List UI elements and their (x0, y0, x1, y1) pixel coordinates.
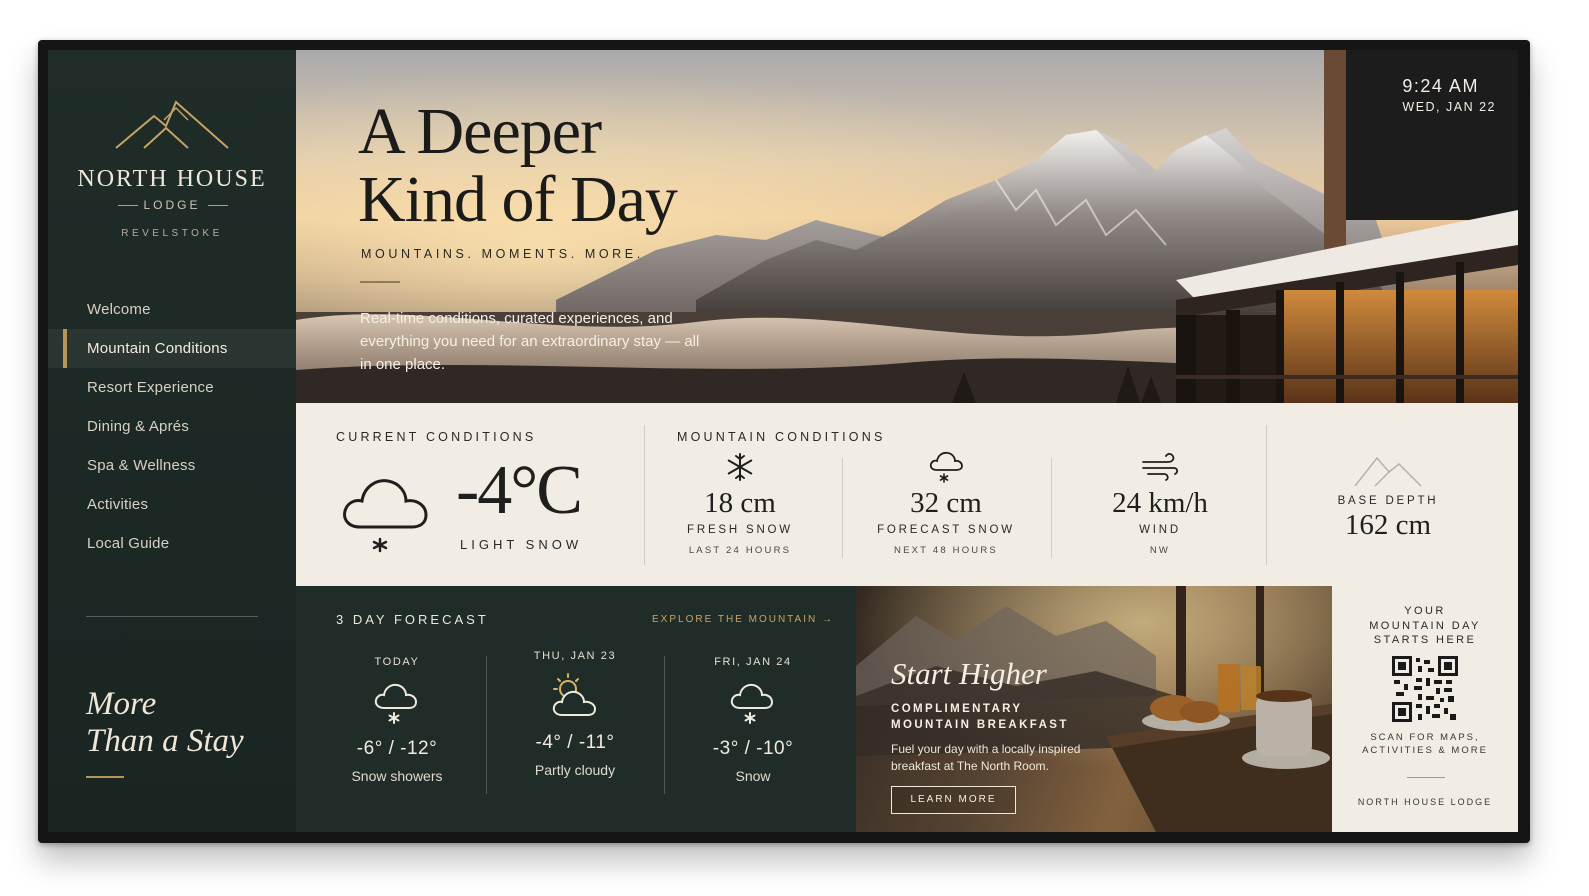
clock: 9:24 AM WED, JAN 22 (1402, 76, 1496, 114)
qr-code-icon[interactable] (1392, 656, 1458, 722)
current-temperature: -4°C (456, 452, 583, 529)
qr-panel: YOUR MOUNTAIN DAY STARTS HERE SCAN FOR M… (1332, 586, 1518, 832)
explore-mountain-link[interactable]: EXPLORE THE MOUNTAIN → (652, 614, 834, 625)
snow-cloud-icon (846, 449, 1046, 485)
qr-heading: YOUR MOUNTAIN DAY STARTS HERE (1332, 604, 1518, 648)
promo-eyebrow-line-2: MOUNTAIN BREAKFAST (891, 719, 1069, 731)
promo-description: Fuel your day with a locally inspired br… (891, 742, 1081, 773)
wind-direction: NW (1149, 545, 1171, 556)
tagline-line-2: Than a Stay (86, 723, 244, 759)
promo-eyebrow-line-1: COMPLIMENTARY (891, 703, 1023, 715)
nav-item-welcome[interactable]: Welcome (48, 290, 296, 329)
hero-accent-rule (360, 281, 400, 283)
mountain-logo-icon (115, 100, 229, 149)
nav-item-resort-experience[interactable]: Resort Experience (48, 368, 296, 407)
forecast-temps: -3° / -10° (712, 738, 794, 759)
nav-item-local-guide[interactable]: Local Guide (48, 524, 296, 563)
forecast-temps: -6° / -12° (356, 738, 438, 759)
forecast-day-name: FRI, JAN 24 (714, 656, 792, 668)
stat-divider (1051, 458, 1052, 558)
qr-subtext: SCAN FOR MAPS, ACTIVITIES & MORE (1332, 731, 1518, 757)
tagline-line-1: More (86, 686, 157, 722)
main-nav: Welcome Mountain Conditions Resort Exper… (48, 290, 296, 563)
forecast-panel: 3 DAY FORECAST EXPLORE THE MOUNTAIN → TO… (296, 586, 856, 832)
forecast-day-fri: FRI, JAN 24 -3° / -10° Snow (664, 656, 842, 784)
stat-wind: 24 km/h WIND NW (1060, 449, 1260, 556)
sidebar-divider (86, 616, 258, 617)
base-depth-value: 162 cm (1344, 509, 1432, 541)
wind-label: WIND (1139, 524, 1181, 536)
qr-heading-line-3: STARTS HERE (1373, 634, 1477, 646)
mountain-conditions-label: MOUNTAIN CONDITIONS (677, 430, 886, 444)
nav-item-spa[interactable]: Spa & Wellness (48, 446, 296, 485)
brand-sub: LODGE (143, 198, 201, 212)
tagline-accent-rule (86, 776, 124, 778)
brand-name: NORTH HOUSE (77, 166, 267, 192)
hero-description: Real-time conditions, curated experience… (360, 310, 700, 373)
hero-title-line-2: Kind of Day (358, 163, 678, 236)
fresh-snow-value: 18 cm (704, 487, 776, 519)
nav-item-dining[interactable]: Dining & Aprés (48, 407, 296, 446)
conditions-panel: CURRENT CONDITIONS -4°C LIGHT SNOW MOUNT… (296, 403, 1518, 586)
qr-footer: NORTH HOUSE LODGE (1357, 797, 1493, 807)
base-divider (1266, 425, 1267, 565)
hero-banner: A Deeper Kind of Day MOUNTAINS. MOMENTS.… (296, 50, 1518, 403)
hero-title-line-1: A Deeper (358, 95, 602, 168)
forecast-day-today: TODAY -6° / -12° Snow showers (308, 656, 486, 784)
breakfast-promo: Start Higher COMPLIMENTARY MOUNTAIN BREA… (856, 586, 1332, 832)
snow-cloud-icon (343, 479, 428, 553)
stat-fresh-snow: 18 cm FRESH SNOW LAST 24 HOURS (640, 449, 840, 556)
fresh-snow-label: FRESH SNOW (687, 524, 793, 536)
promo-title: Start Higher (891, 656, 1047, 691)
wind-icon (1060, 449, 1260, 485)
brand-location: REVELSTOKE (121, 228, 223, 239)
partly-cloudy-icon (486, 668, 664, 726)
forecast-condition: Snow showers (351, 768, 443, 784)
hero-title: A Deeper Kind of Day (358, 95, 678, 236)
nav-item-mountain-conditions[interactable]: Mountain Conditions (48, 329, 296, 368)
snow-cloud-icon (308, 674, 486, 732)
forecast-snow-label: FORECAST SNOW (877, 524, 1015, 536)
current-conditions-label: CURRENT CONDITIONS (336, 430, 537, 444)
base-depth-label: BASE DEPTH (1337, 495, 1439, 507)
qr-heading-line-1: YOUR (1404, 605, 1446, 617)
qr-subtext-line-1: SCAN FOR MAPS, (1370, 732, 1480, 743)
forecast-day-name: THU, JAN 23 (533, 650, 617, 662)
forecast-snow-sub: NEXT 48 HOURS (894, 545, 998, 556)
qr-subtext-line-2: ACTIVITIES & MORE (1362, 745, 1488, 756)
stat-divider (842, 458, 843, 558)
clock-time: 9:24 AM (1402, 76, 1479, 96)
forecast-condition: Partly cloudy (534, 762, 616, 778)
forecast-day-thu: THU, JAN 23 -4° / -11° Partly cloudy (486, 650, 664, 778)
learn-more-button[interactable]: LEARN MORE (891, 786, 1016, 814)
sidebar-tagline: More Than a Stay (86, 686, 286, 760)
qr-heading-line-2: MOUNTAIN DAY (1369, 619, 1481, 632)
stat-base-depth: BASE DEPTH 162 cm (1288, 453, 1488, 542)
forecast-snow-value: 32 cm (910, 487, 982, 519)
forecast-temps: -4° / -11° (535, 732, 615, 753)
signage-screen: NORTH HOUSE LODGE REVELSTOKE Welcome Mou… (48, 50, 1518, 832)
qr-accent-rule (1407, 777, 1445, 778)
wind-value: 24 km/h (1112, 487, 1208, 519)
promo-eyebrow: COMPLIMENTARY MOUNTAIN BREAKFAST (891, 701, 1091, 733)
hero-subtitle: MOUNTAINS. MOMENTS. MORE. (361, 247, 644, 261)
brand-divider-right (208, 205, 228, 206)
forecast-label: 3 DAY FORECAST (336, 612, 489, 627)
mountain-outline-icon (1288, 453, 1488, 489)
forecast-day-name: TODAY (374, 656, 420, 668)
fresh-snow-sub: LAST 24 HOURS (688, 545, 792, 556)
snowflake-icon (640, 449, 840, 485)
clock-date: WED, JAN 22 (1402, 100, 1496, 114)
current-description: LIGHT SNOW (460, 537, 583, 552)
forecast-condition: Snow (735, 768, 771, 784)
sidebar: NORTH HOUSE LODGE REVELSTOKE Welcome Mou… (48, 50, 296, 832)
stat-forecast-snow: 32 cm FORECAST SNOW NEXT 48 HOURS (846, 449, 1046, 556)
snow-cloud-icon (664, 674, 842, 732)
nav-item-activities[interactable]: Activities (48, 485, 296, 524)
